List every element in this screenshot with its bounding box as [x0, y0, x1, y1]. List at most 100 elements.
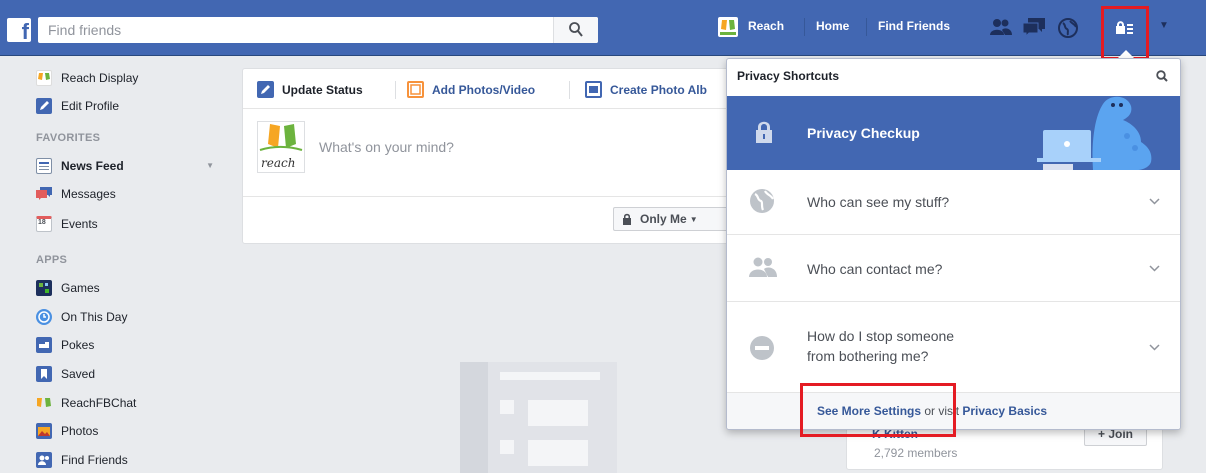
sidebar-item-find-friends[interactable]: Find Friends	[36, 450, 216, 470]
account-menu-caret-icon[interactable]: ▼	[1159, 20, 1169, 31]
privacy-row-who-can-contact[interactable]: Who can contact me?	[727, 235, 1180, 302]
sidebar-item-saved[interactable]: Saved	[36, 364, 216, 384]
group-member-count: 2,792 members	[874, 446, 958, 460]
nav-divider	[804, 18, 805, 36]
chevron-down-icon	[1149, 344, 1160, 351]
tab-label: Create Photo Alb	[610, 82, 707, 97]
globe-icon	[750, 189, 774, 213]
lock-icon	[623, 213, 631, 225]
logo-letter: f	[21, 19, 29, 44]
block-icon	[750, 336, 774, 360]
privacy-row-label-line1: How do I stop someone	[807, 328, 955, 344]
tab-create-photo-album[interactable]: Create Photo Alb	[585, 81, 707, 98]
sidebar-item-label: News Feed	[61, 159, 124, 173]
privacy-row-stop-bothering[interactable]: How do I stop someone from bothering me?	[727, 302, 1180, 392]
search-icon	[569, 22, 583, 37]
reach-logo-icon	[259, 124, 303, 151]
sidebar-item-on-this-day[interactable]: On This Day	[36, 307, 216, 327]
sidebar-item-label: Games	[61, 281, 100, 295]
search-input[interactable]	[38, 17, 553, 43]
chevron-down-icon	[1149, 198, 1160, 205]
reach-logo-icon	[36, 70, 52, 86]
sidebar-item-edit-profile[interactable]: Edit Profile	[36, 96, 216, 116]
photo-icon	[407, 81, 424, 98]
empty-feed-illustration	[460, 362, 617, 473]
composer-divider	[243, 196, 741, 197]
search-box	[38, 17, 598, 43]
top-navigation-bar: f Reach Home Find Friends ▼	[0, 0, 1206, 56]
messages-icon[interactable]	[1023, 18, 1045, 38]
games-icon	[36, 280, 52, 296]
sidebar-item-label: Saved	[61, 367, 96, 381]
find-friends-icon	[36, 452, 52, 468]
lock-icon	[756, 121, 772, 143]
pencil-icon	[257, 81, 274, 98]
news-feed-icon	[36, 158, 52, 174]
privacy-checkup-label: Privacy Checkup	[807, 125, 920, 141]
pencil-icon	[36, 98, 52, 114]
messages-icon	[36, 186, 52, 202]
sidebar-item-reachfbchat[interactable]: ReachFBChat	[36, 393, 216, 413]
sidebar-item-label: On This Day	[61, 310, 128, 324]
privacy-row-label-line2: from bothering me?	[807, 348, 929, 364]
calendar-icon: 18	[36, 216, 52, 232]
audience-label: Only Me	[640, 212, 687, 226]
tab-update-status[interactable]: Update Status	[257, 81, 363, 98]
audience-selector-button[interactable]: Only Me ▼	[613, 207, 743, 231]
tab-divider	[569, 81, 570, 99]
status-composer: Update Status Add Photos/Video Create Ph…	[242, 68, 743, 244]
profile-avatar-icon[interactable]	[718, 17, 738, 37]
tab-add-photos-video[interactable]: Add Photos/Video	[407, 81, 535, 98]
sidebar-item-pokes[interactable]: Pokes	[36, 335, 216, 355]
sidebar-item-news-feed[interactable]: News Feed ▼	[36, 156, 216, 176]
privacy-row-label: Who can see my stuff?	[807, 194, 950, 210]
sidebar-item-games[interactable]: Games	[36, 278, 216, 298]
see-more-settings-highlight-box	[800, 383, 956, 437]
nav-find-friends-link[interactable]: Find Friends	[878, 19, 950, 33]
privacy-checkup-banner[interactable]: Privacy Checkup	[727, 96, 1180, 170]
tab-label: Add Photos/Video	[432, 82, 536, 97]
chevron-down-icon: ▼	[689, 214, 698, 224]
sidebar-item-label: Find Friends	[61, 453, 128, 467]
search-button[interactable]	[553, 17, 598, 43]
privacy-dinosaur-illustration	[1037, 96, 1152, 170]
user-avatar[interactable]: reach	[257, 121, 305, 173]
tab-divider	[395, 81, 396, 99]
apps-heading: APPS	[36, 254, 68, 266]
sidebar-item-label: Photos	[61, 424, 99, 438]
sidebar-item-photos[interactable]: Photos	[36, 421, 216, 441]
sidebar-item-label: Messages	[61, 187, 116, 201]
reach-logo-icon	[36, 395, 52, 411]
privacy-basics-link[interactable]: Privacy Basics	[962, 404, 1047, 418]
tab-label: Update Status	[282, 82, 363, 97]
sidebar-item-reach-display[interactable]: Reach Display	[36, 68, 216, 88]
sidebar-item-messages[interactable]: Messages	[36, 184, 216, 204]
dropdown-title: Privacy Shortcuts	[737, 69, 840, 83]
sidebar-item-label: Events	[61, 217, 98, 231]
sidebar-item-label: Reach Display	[61, 71, 139, 85]
poke-icon	[36, 337, 52, 353]
status-input[interactable]: What's on your mind?	[319, 139, 454, 155]
notifications-globe-icon[interactable]	[1058, 18, 1078, 38]
nav-home-link[interactable]: Home	[816, 19, 849, 33]
composer-tabs: Update Status Add Photos/Video Create Ph…	[243, 69, 741, 109]
facebook-logo-icon[interactable]: f	[7, 18, 31, 44]
sidebar-item-label: Pokes	[61, 338, 95, 352]
search-icon[interactable]	[1156, 70, 1168, 82]
nav-profile-link[interactable]: Reach	[748, 19, 784, 33]
chevron-down-icon	[1149, 265, 1160, 272]
privacy-shortcuts-dropdown: Privacy Shortcuts Privacy Checkup Who ca…	[726, 58, 1181, 430]
nav-divider	[866, 18, 867, 36]
friend-requests-icon[interactable]	[990, 18, 1012, 36]
calendar-date-badge: 18	[38, 219, 46, 226]
sidebar-item-label: ReachFBChat	[61, 396, 137, 410]
sidebar-item-label: Edit Profile	[61, 99, 120, 113]
privacy-row-label: Who can contact me?	[807, 261, 943, 277]
privacy-row-who-can-see[interactable]: Who can see my stuff?	[727, 170, 1180, 235]
clock-icon	[36, 309, 52, 325]
chevron-down-icon[interactable]: ▼	[206, 161, 214, 170]
bookmark-icon	[36, 366, 52, 382]
album-icon	[585, 81, 602, 98]
avatar-text: reach	[261, 156, 296, 170]
sidebar-item-events[interactable]: 18 Events	[36, 214, 216, 234]
